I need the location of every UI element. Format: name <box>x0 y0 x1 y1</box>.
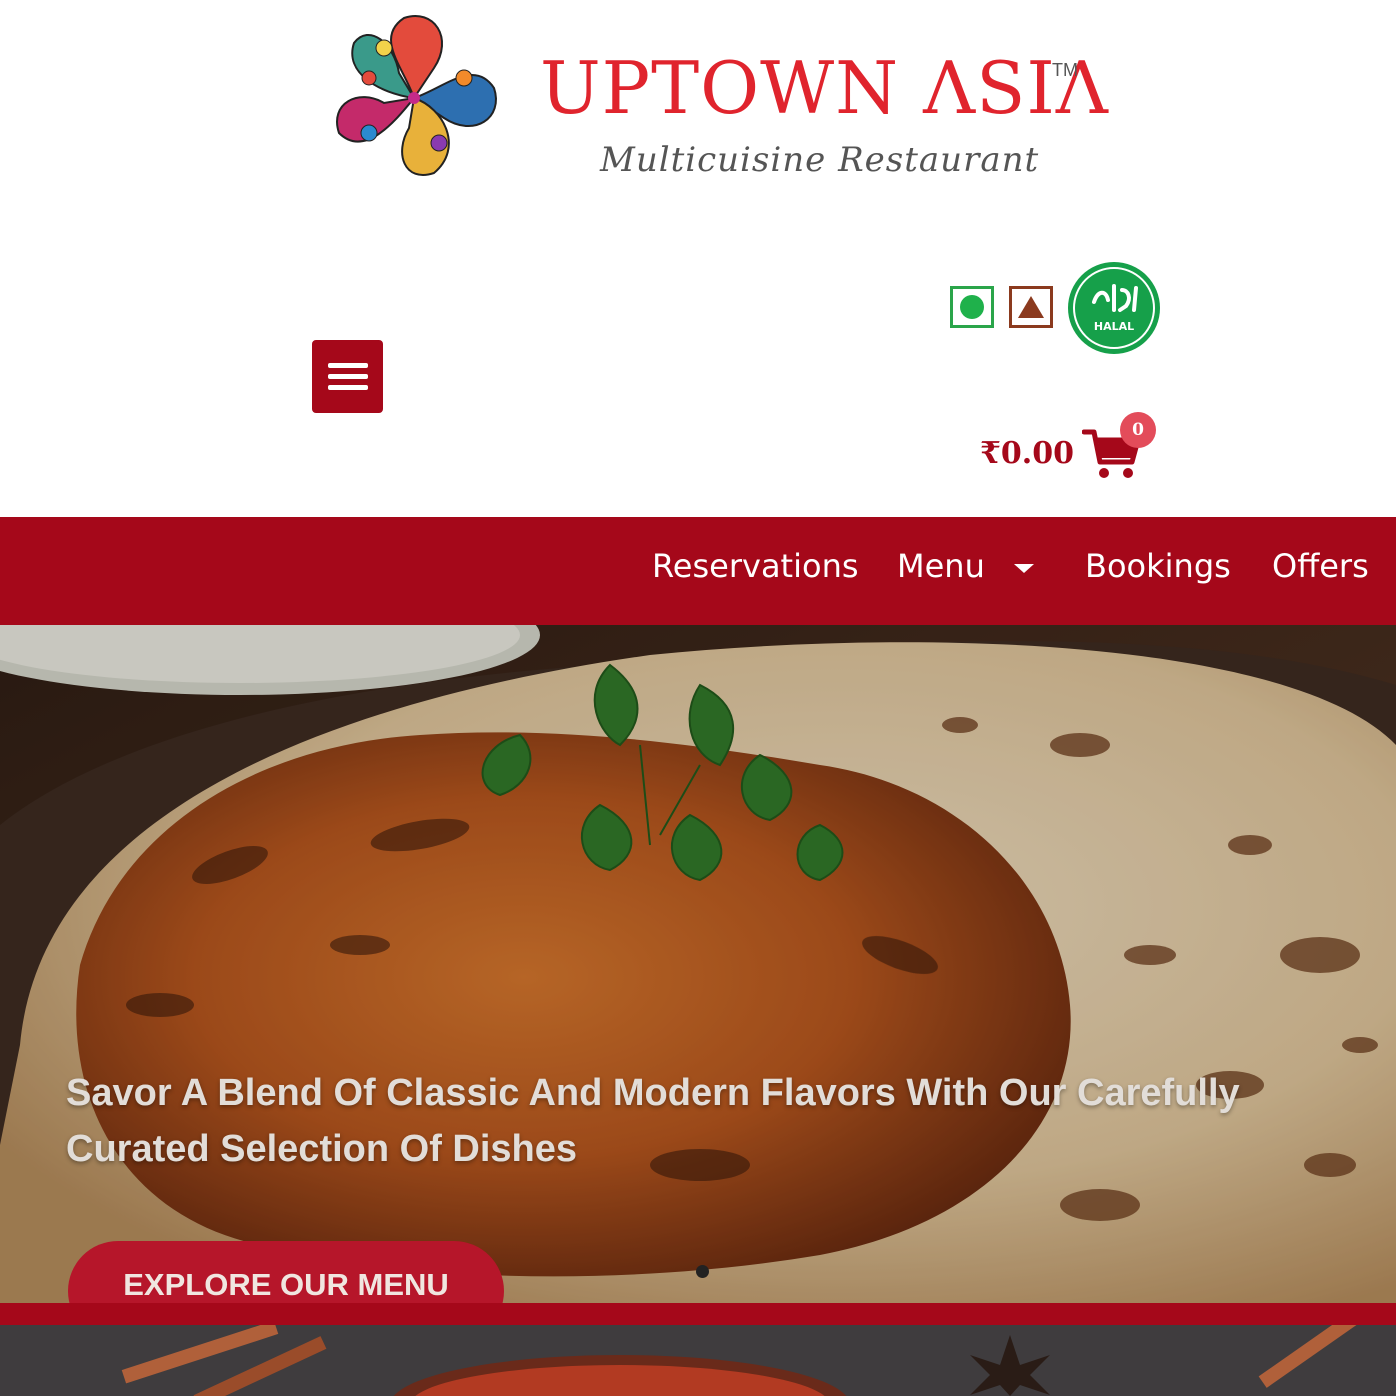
cart-total[interactable]: ₹0.00 <box>980 436 1074 471</box>
brand-tagline: Multicuisine Restaurant <box>600 140 1040 180</box>
slider-dot[interactable] <box>696 1265 709 1278</box>
second-section-image <box>0 1325 1396 1396</box>
nav-item-bookings[interactable]: Bookings <box>1085 547 1231 585</box>
main-navigation: Reservations Menu Bookings Offers <box>0 517 1396 625</box>
non-veg-indicator-icon <box>1009 286 1053 328</box>
cart-count-badge: 0 <box>1120 412 1156 448</box>
nav-item-reservations[interactable]: Reservations <box>652 547 859 585</box>
hero-slider: Savor A Blend Of Classic And Modern Flav… <box>0 625 1396 1303</box>
trademark-mark: TM <box>1052 60 1078 80</box>
nav-item-menu[interactable]: Menu <box>897 547 985 585</box>
hero-headline: Savor A Blend Of Classic And Modern Flav… <box>66 1072 1240 1170</box>
page: UPTOWN ΛSIΛ TM Multicuisine Restaurant H… <box>0 0 1396 1396</box>
veg-indicator-icon <box>950 286 994 328</box>
halal-badge-icon: HALAL <box>1068 262 1160 354</box>
brand-name[interactable]: UPTOWN ΛSIΛ <box>540 52 1109 124</box>
menu-toggle-button[interactable] <box>312 340 383 413</box>
explore-menu-button[interactable]: EXPLORE OUR MENU <box>68 1241 504 1303</box>
hero-overlay <box>0 625 1396 1303</box>
logo-flower-icon[interactable] <box>326 10 502 182</box>
nav-item-offers[interactable]: Offers <box>1272 547 1369 585</box>
section-divider <box>0 1303 1396 1325</box>
caret-down-icon[interactable] <box>1014 564 1034 573</box>
halal-label: HALAL <box>1094 320 1134 333</box>
hamburger-icon-bar <box>327 385 368 390</box>
hamburger-icon-bar <box>327 363 368 368</box>
hamburger-icon-bar <box>327 374 368 379</box>
